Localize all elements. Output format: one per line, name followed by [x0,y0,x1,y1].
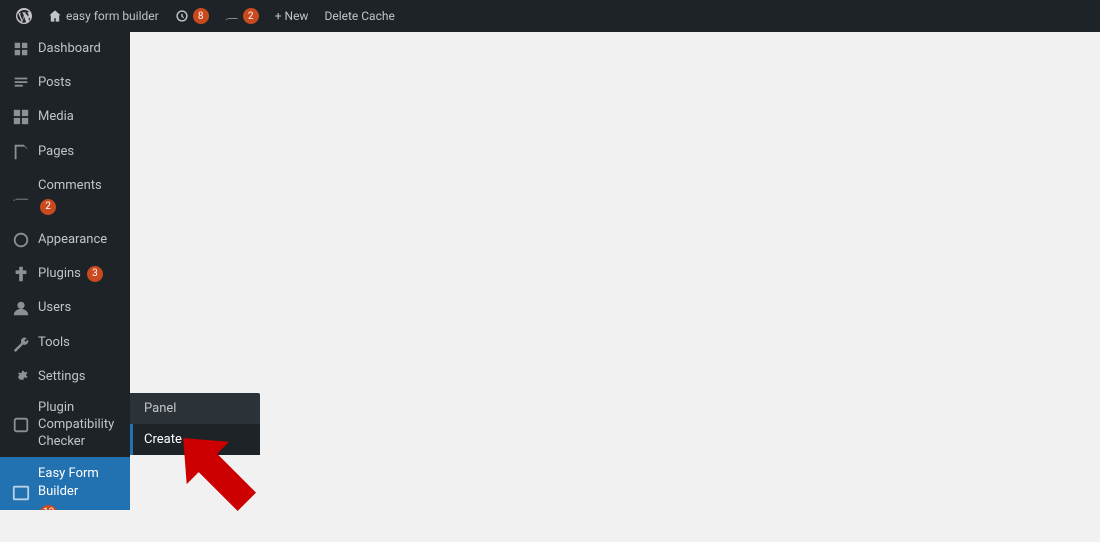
sidebar-item-dashboard[interactable]: Dashboard [0,32,130,66]
adminbar-new[interactable]: + New [267,0,317,32]
media-icon [12,108,30,126]
updates-badge: 8 [193,8,209,24]
settings-label: Settings [38,368,118,386]
sidebar-item-plugins[interactable]: Plugins 3 [0,257,130,291]
pages-icon [12,143,30,161]
main-content [130,32,1100,510]
sidebar-item-appearance[interactable]: Appearance [0,223,130,257]
easy-form-menu-badge: 13 [40,505,57,510]
dashboard-label: Dashboard [38,40,118,58]
plugin-compat-label: Plugin Compatibility Checker [38,400,118,451]
posts-label: Posts [38,74,118,92]
users-icon [12,299,30,317]
adminbar-new-label: + New [275,9,309,23]
settings-icon [12,368,30,386]
adminbar-delete-cache-label: Delete Cache [324,9,394,23]
appearance-label: Appearance [38,231,118,249]
plugins-label: Plugins 3 [38,265,118,283]
easy-form-label: Easy Form Builder 13 [38,465,118,510]
dashboard-icon [12,40,30,58]
admin-bar: easy form builder 8 2 + New Delete Cache [0,0,1100,32]
adminbar-wp-logo[interactable] [8,0,40,32]
sidebar-item-comments[interactable]: Comments 2 [0,169,130,223]
adminbar-delete-cache[interactable]: Delete Cache [316,0,402,32]
posts-icon [12,74,30,92]
plugins-icon [12,265,30,283]
comments-icon [12,187,30,205]
sidebar-item-tools[interactable]: Tools [0,326,130,360]
admin-sidebar: Dashboard Posts Media Pages [0,32,130,510]
sidebar-item-users[interactable]: Users [0,291,130,325]
comments-menu-badge: 2 [40,199,56,215]
sidebar-item-plugin-compat[interactable]: Plugin Compatibility Checker [0,394,130,457]
appearance-icon [12,231,30,249]
submenu-create[interactable]: Create [130,424,260,455]
adminbar-updates[interactable]: 8 [167,0,217,32]
media-label: Media [38,108,118,126]
sidebar-item-media[interactable]: Media [0,100,130,134]
easy-form-icon [12,484,30,502]
adminbar-site-label: easy form builder [66,9,159,23]
adminbar-comments[interactable]: 2 [217,0,267,32]
sidebar-item-easy-form-builder[interactable]: Easy Form Builder 13 [0,457,130,510]
comments-label: Comments 2 [38,177,118,215]
pages-label: Pages [38,143,118,161]
submenu-panel[interactable]: Panel [130,393,260,424]
plugins-menu-badge: 3 [87,266,103,282]
tools-label: Tools [38,334,118,352]
comments-badge: 2 [243,8,259,24]
sidebar-item-posts[interactable]: Posts [0,66,130,100]
sidebar-item-pages[interactable]: Pages [0,135,130,169]
adminbar-home[interactable]: easy form builder [40,0,167,32]
sidebar-item-settings[interactable]: Settings [0,360,130,394]
users-label: Users [38,299,118,317]
easy-form-submenu: Panel Create [130,393,260,455]
plugin-compat-icon [12,416,30,434]
tools-icon [12,334,30,352]
